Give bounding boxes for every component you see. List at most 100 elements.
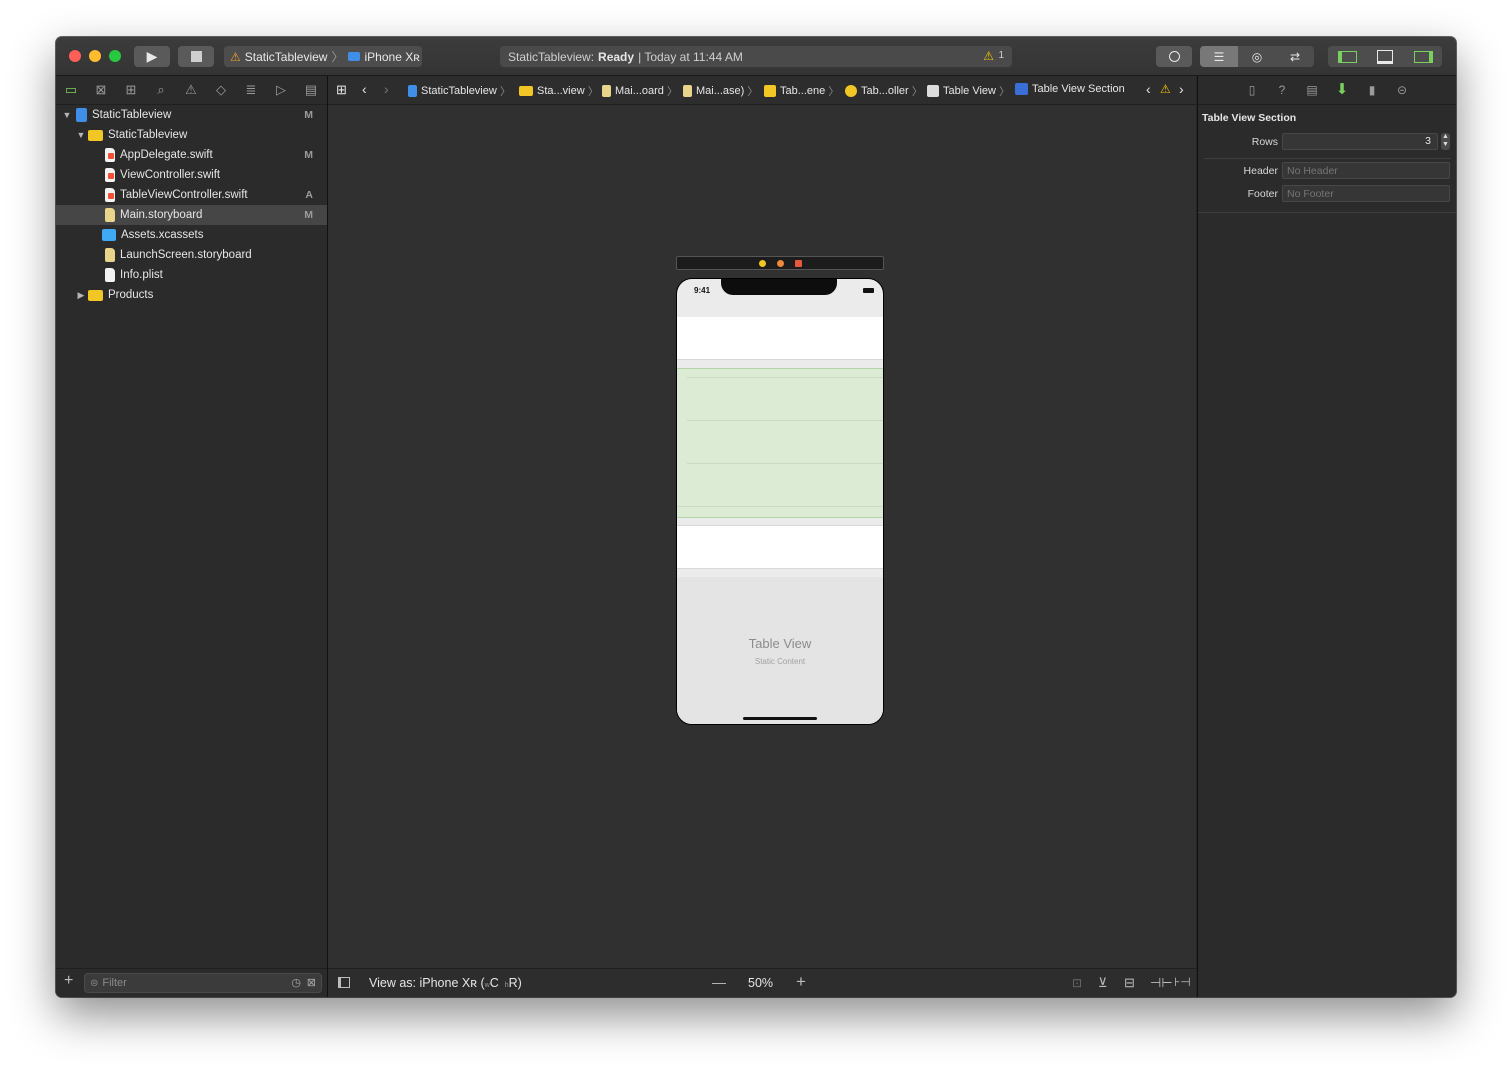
disclosure-open-icon[interactable]: ▼ [76, 130, 86, 140]
scheme-selector[interactable]: ⚠ StaticTableview 〉 iPhone Xʀ [224, 46, 422, 67]
tree-item-tableviewcontroller[interactable]: TableViewController.swift A [56, 185, 327, 205]
editor-mode-control: ☰ ◎ ⇄ [1200, 46, 1314, 67]
disclosure-open-icon[interactable]: ▼ [62, 110, 72, 120]
add-constraints-icon[interactable]: ⊣⊢ [1150, 975, 1173, 991]
iphone-canvas[interactable]: 9:41 Table View Static Content [676, 278, 884, 725]
source-control-icon[interactable]: ⊠ [93, 82, 109, 98]
zoom-in-button[interactable]: + [796, 972, 806, 992]
breadcrumb-tableview[interactable]: Table View 〉 [927, 83, 1010, 99]
breadcrumb-label: Mai...oard [615, 85, 664, 97]
warning-count[interactable]: 1 [998, 50, 1004, 61]
header-field[interactable] [1282, 162, 1450, 179]
symbol-icon[interactable]: ⊞ [123, 82, 139, 98]
add-icon[interactable]: + [64, 972, 73, 990]
version-editor-button[interactable]: ⇄ [1276, 46, 1314, 67]
toggle-navigator-button[interactable] [1328, 46, 1366, 67]
resolve-issues-icon[interactable]: ⊦⊣ [1174, 975, 1191, 989]
forward-icon[interactable]: › [384, 81, 389, 97]
tree-item-label: StaticTableview [92, 109, 172, 121]
stop-button[interactable] [178, 46, 214, 67]
tree-item-products[interactable]: ▶ Products [56, 285, 327, 305]
breadcrumb-base[interactable]: Mai...ase) 〉 [683, 83, 758, 99]
attributes-inspector: ▯ ? ▤ ⬇ ▮ ⊝ Table View Section Rows 3 ▲ … [1197, 76, 1456, 997]
disclosure-closed-icon[interactable]: ▶ [76, 290, 86, 301]
table-cell[interactable] [677, 525, 883, 569]
update-frames-icon[interactable]: ⊡ [1072, 976, 1082, 990]
tree-item-appdelegate[interactable]: AppDelegate.swift M [56, 145, 327, 165]
chevron-right-icon: 〉 [666, 86, 678, 98]
breakpoint-icon[interactable]: ▷ [273, 82, 289, 98]
breadcrumb-storyboard[interactable]: Mai...oard 〉 [602, 83, 678, 99]
stepper-up-icon[interactable]: ▲ [1442, 133, 1449, 140]
previous-issue-icon[interactable]: ‹ [1146, 81, 1151, 97]
align-icon[interactable]: ⊟ [1124, 975, 1135, 991]
stepper-down-icon[interactable]: ▼ [1442, 141, 1449, 148]
filter-field[interactable]: ⊜ Filter ◷ ⊠ [84, 973, 322, 993]
file-icon[interactable]: ▯ [1244, 82, 1260, 98]
first-responder-icon[interactable] [777, 260, 784, 267]
scene-dock[interactable] [676, 256, 884, 270]
source-control-filter-icon[interactable]: ⊠ [307, 976, 316, 989]
selected-table-section[interactable] [677, 368, 883, 518]
tree-item-project[interactable]: ▼ StaticTableview M [56, 105, 327, 125]
zoom-out-button[interactable]: — [712, 974, 726, 990]
tree-item-assets[interactable]: Assets.xcassets [56, 225, 327, 245]
arrows-icon: ⇄ [1289, 49, 1301, 64]
tree-item-launchscreen[interactable]: LaunchScreen.storyboard [56, 245, 327, 265]
breadcrumb-group[interactable]: Sta...view 〉 [519, 83, 599, 99]
attributes-icon[interactable]: ⬇ [1334, 82, 1350, 98]
run-button[interactable]: ▶ [134, 46, 170, 67]
related-items-icon[interactable]: ⊞ [336, 82, 347, 98]
breadcrumb-scene[interactable]: Tab...ene 〉 [764, 83, 839, 99]
issue-icon[interactable]: ⚠ [183, 82, 199, 98]
breadcrumb-section[interactable]: Table View Section [1015, 83, 1125, 95]
toggle-debug-area-button[interactable] [1366, 46, 1404, 67]
toggle-inspector-button[interactable] [1404, 46, 1442, 67]
close-window-button[interactable] [69, 50, 81, 62]
connections-icon[interactable]: ⊝ [1394, 82, 1410, 98]
view-as-button[interactable]: View as: iPhone Xʀ ( w C h R) [369, 976, 522, 990]
next-issue-icon[interactable]: › [1179, 81, 1184, 97]
panel-toggle-control [1328, 46, 1442, 67]
tree-item-group[interactable]: ▼ StaticTableview [56, 125, 327, 145]
footer-field[interactable] [1282, 185, 1450, 202]
test-icon[interactable]: ◇ [213, 82, 229, 98]
assistant-editor-button[interactable]: ◎ [1238, 46, 1276, 67]
size-icon[interactable]: ▮ [1364, 82, 1380, 98]
back-icon[interactable]: ‹ [362, 81, 367, 97]
recent-files-icon[interactable]: ◷ [291, 976, 301, 989]
rows-stepper[interactable]: ▲ ▼ [1441, 133, 1450, 150]
project-file-icon [76, 108, 87, 122]
search-icon[interactable]: ⌕ [153, 82, 169, 98]
debug-icon[interactable]: ≣ [243, 82, 259, 98]
exit-icon[interactable] [795, 260, 802, 267]
standard-editor-button[interactable]: ☰ [1200, 46, 1238, 67]
breadcrumb-controller[interactable]: Tab...oller 〉 [845, 83, 923, 99]
chevron-right-icon: 〉 [999, 86, 1010, 98]
chevron-right-icon: 〉 [499, 86, 511, 98]
tree-item-infoplist[interactable]: Info.plist [56, 265, 327, 285]
tree-item-viewcontroller[interactable]: ViewController.swift [56, 165, 327, 185]
zoom-level[interactable]: 50% [748, 976, 773, 990]
help-icon[interactable]: ? [1274, 82, 1290, 98]
cell-separator [687, 463, 883, 464]
report-icon[interactable]: ▤ [303, 82, 319, 98]
breadcrumb-label: Table View [943, 85, 996, 97]
tree-item-main-storyboard[interactable]: Main.storyboard M [56, 205, 327, 225]
breadcrumb-project[interactable]: StaticTableview 〉 [408, 83, 511, 99]
warning-icon[interactable]: ⚠ [983, 49, 994, 63]
minimize-window-button[interactable] [89, 50, 101, 62]
zoom-window-button[interactable] [109, 50, 121, 62]
library-button[interactable] [1156, 46, 1192, 67]
filter-placeholder: Filter [102, 977, 127, 989]
table-cell[interactable] [677, 317, 883, 360]
warning-icon[interactable]: ⚠ [1160, 82, 1171, 96]
status-badge: M [304, 149, 313, 161]
rows-field[interactable]: 3 [1282, 133, 1438, 150]
rings-icon: ◎ [1251, 49, 1263, 64]
embed-in-icon[interactable]: ⊻ [1098, 975, 1108, 991]
folder-icon[interactable]: ▭ [63, 82, 79, 98]
identity-icon[interactable]: ▤ [1304, 82, 1320, 98]
document-outline-icon[interactable] [338, 977, 350, 988]
view-controller-icon[interactable] [759, 260, 766, 267]
